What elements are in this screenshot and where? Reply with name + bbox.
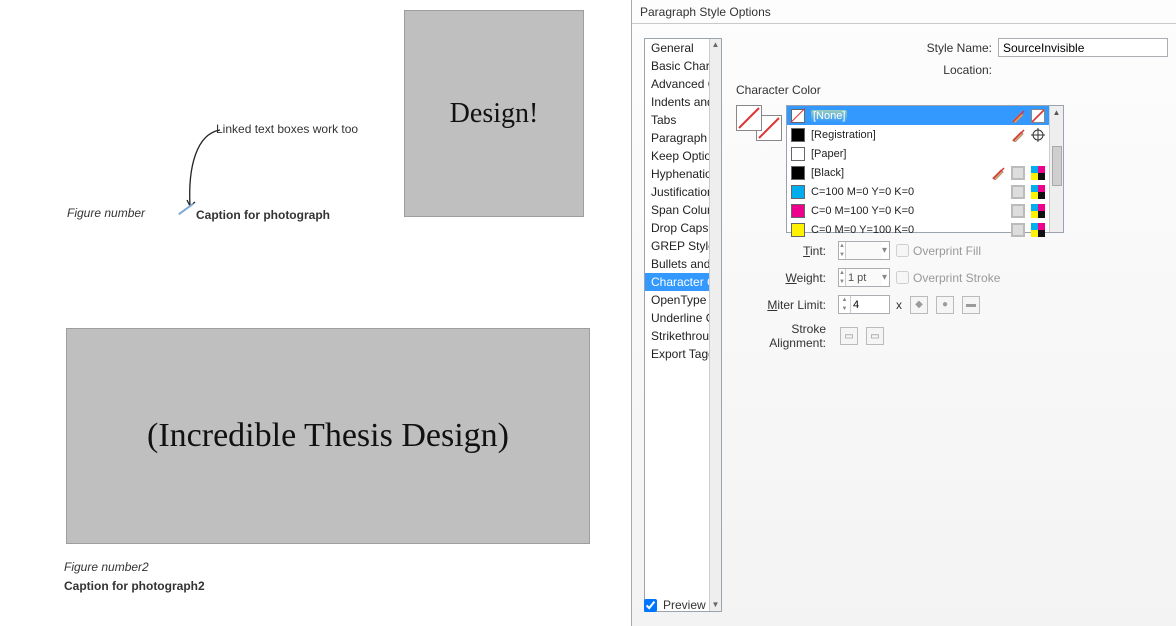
section-heading: Character Color xyxy=(736,83,1168,97)
figure-number-1: Figure number xyxy=(67,206,145,220)
document-canvas: Design! Linked text boxes work too Figur… xyxy=(0,0,630,626)
text-frame-1-content: Design! xyxy=(450,98,539,130)
category-item[interactable]: Hyphenation xyxy=(645,165,709,183)
dialog-title-bar: Paragraph Style Options xyxy=(632,0,1176,24)
cmyk-icon xyxy=(1031,166,1045,180)
dialog-title: Paragraph Style Options xyxy=(640,5,771,19)
swatch-row[interactable]: [Paper] xyxy=(787,144,1049,163)
category-item[interactable]: General xyxy=(645,39,709,57)
swatch-row[interactable]: C=0 M=0 Y=100 K=0 xyxy=(787,220,1049,239)
swatch-name: [Black] xyxy=(811,167,844,179)
category-item[interactable]: Underline Options xyxy=(645,309,709,327)
category-item[interactable]: Advanced Character Formats xyxy=(645,75,709,93)
swatch-row[interactable]: [Black] xyxy=(787,163,1049,182)
category-item[interactable]: Basic Character Formats xyxy=(645,57,709,75)
tint-input[interactable]: ▲▼ ▾ xyxy=(838,241,890,260)
tint-label: int: xyxy=(810,244,826,258)
pencil-x-icon xyxy=(991,166,1005,180)
cmyk-icon xyxy=(1031,223,1045,237)
text-frame-1[interactable]: Design! xyxy=(404,10,584,217)
category-list-panel: GeneralBasic Character FormatsAdvanced C… xyxy=(644,38,722,612)
align-stroke-center-button[interactable]: ▭ xyxy=(840,327,858,345)
style-name-label: Style Name: xyxy=(927,41,992,55)
category-item[interactable]: OpenType Features xyxy=(645,291,709,309)
caption-2: Caption for photograph2 xyxy=(64,579,205,593)
pencil-x-icon xyxy=(1011,128,1025,142)
caption-1: Caption for photograph xyxy=(196,208,330,222)
registration-icon xyxy=(1031,128,1045,142)
category-item[interactable]: GREP Style xyxy=(645,237,709,255)
text-frame-2-content: (Incredible Thesis Design) xyxy=(147,417,509,455)
cmyk-icon xyxy=(1031,204,1045,218)
category-item[interactable]: Bullets and Numbering xyxy=(645,255,709,273)
swatch-name: [Paper] xyxy=(811,148,846,160)
category-item[interactable]: Justification xyxy=(645,183,709,201)
swatch-name: [None] xyxy=(811,110,847,122)
swatch-row[interactable]: [Registration] xyxy=(787,125,1049,144)
join-miter-button[interactable]: ◆ xyxy=(910,296,928,314)
process-icon xyxy=(1011,185,1025,199)
overprint-stroke-checkbox[interactable]: Overprint Stroke xyxy=(896,271,1000,285)
category-item[interactable]: Keep Options xyxy=(645,147,709,165)
swatch-name: C=100 M=0 Y=0 K=0 xyxy=(811,186,914,198)
swatch-row[interactable]: C=100 M=0 Y=0 K=0 xyxy=(787,182,1049,201)
location-label: Location: xyxy=(943,63,992,77)
swatch-chip-icon xyxy=(791,109,805,123)
swatch-row[interactable]: [None] xyxy=(787,106,1049,125)
process-icon xyxy=(1011,223,1025,237)
miter-input[interactable]: ▲▼ xyxy=(838,295,890,314)
none-diag-icon xyxy=(1031,109,1045,123)
overprint-fill-checkbox[interactable]: Overprint Fill xyxy=(896,244,981,258)
swatch-name: C=0 M=100 Y=0 K=0 xyxy=(811,205,914,217)
figure-number-2: Figure number2 xyxy=(64,560,149,574)
align-stroke-inside-button[interactable]: ▭ xyxy=(866,327,884,345)
swatch-row[interactable]: C=0 M=100 Y=0 K=0 xyxy=(787,201,1049,220)
miter-x-label: x xyxy=(896,298,902,312)
category-item[interactable]: Character Color xyxy=(645,273,709,291)
fill-proxy-icon[interactable] xyxy=(736,105,762,131)
join-round-button[interactable]: ● xyxy=(936,296,954,314)
paragraph-style-dialog: Paragraph Style Options GeneralBasic Cha… xyxy=(631,0,1176,626)
swatch-scrollbar[interactable]: ▲ xyxy=(1049,106,1063,232)
category-item[interactable]: Paragraph Rules xyxy=(645,129,709,147)
preview-label: Preview xyxy=(663,598,706,612)
process-icon xyxy=(1011,204,1025,218)
category-scrollbar[interactable]: ▲▼ xyxy=(709,39,721,611)
swatch-name: [Registration] xyxy=(811,129,876,141)
swatch-chip-icon xyxy=(791,128,805,142)
stroke-alignment-label: Stroke Alignment: xyxy=(736,322,826,350)
category-item[interactable]: Strikethrough Options xyxy=(645,327,709,345)
pencil-x-icon xyxy=(1011,109,1025,123)
join-bevel-button[interactable]: ▬ xyxy=(962,296,980,314)
swatch-chip-icon xyxy=(791,166,805,180)
category-item[interactable]: Indents and Spacing xyxy=(645,93,709,111)
category-item[interactable]: Export Tagging xyxy=(645,345,709,363)
miter-label: iter Limit: xyxy=(777,298,826,312)
category-item[interactable]: Tabs xyxy=(645,111,709,129)
weight-label: eight: xyxy=(797,271,826,285)
swatch-chip-icon xyxy=(791,147,805,161)
swatch-chip-icon xyxy=(791,185,805,199)
swatch-name: C=0 M=0 Y=100 K=0 xyxy=(811,224,914,236)
preview-checkbox[interactable] xyxy=(644,599,657,612)
swatch-chip-icon xyxy=(791,204,805,218)
process-icon xyxy=(1011,166,1025,180)
swatch-chip-icon xyxy=(791,223,805,237)
text-frame-2[interactable]: (Incredible Thesis Design) xyxy=(66,328,590,544)
cmyk-icon xyxy=(1031,185,1045,199)
swatch-list: [None] [Registration] [Paper] [Black] C=100 … xyxy=(786,105,1064,233)
annotation-text: Linked text boxes work too xyxy=(216,122,358,136)
weight-input[interactable]: ▲▼ ▾ xyxy=(838,268,890,287)
dialog-main-panel: Style Name: Location: Character Color xyxy=(722,24,1176,626)
category-item[interactable]: Span Columns xyxy=(645,201,709,219)
fill-stroke-proxy[interactable] xyxy=(736,105,776,225)
category-item[interactable]: Drop Caps and Nested Styles xyxy=(645,219,709,237)
style-name-input[interactable] xyxy=(998,38,1168,57)
